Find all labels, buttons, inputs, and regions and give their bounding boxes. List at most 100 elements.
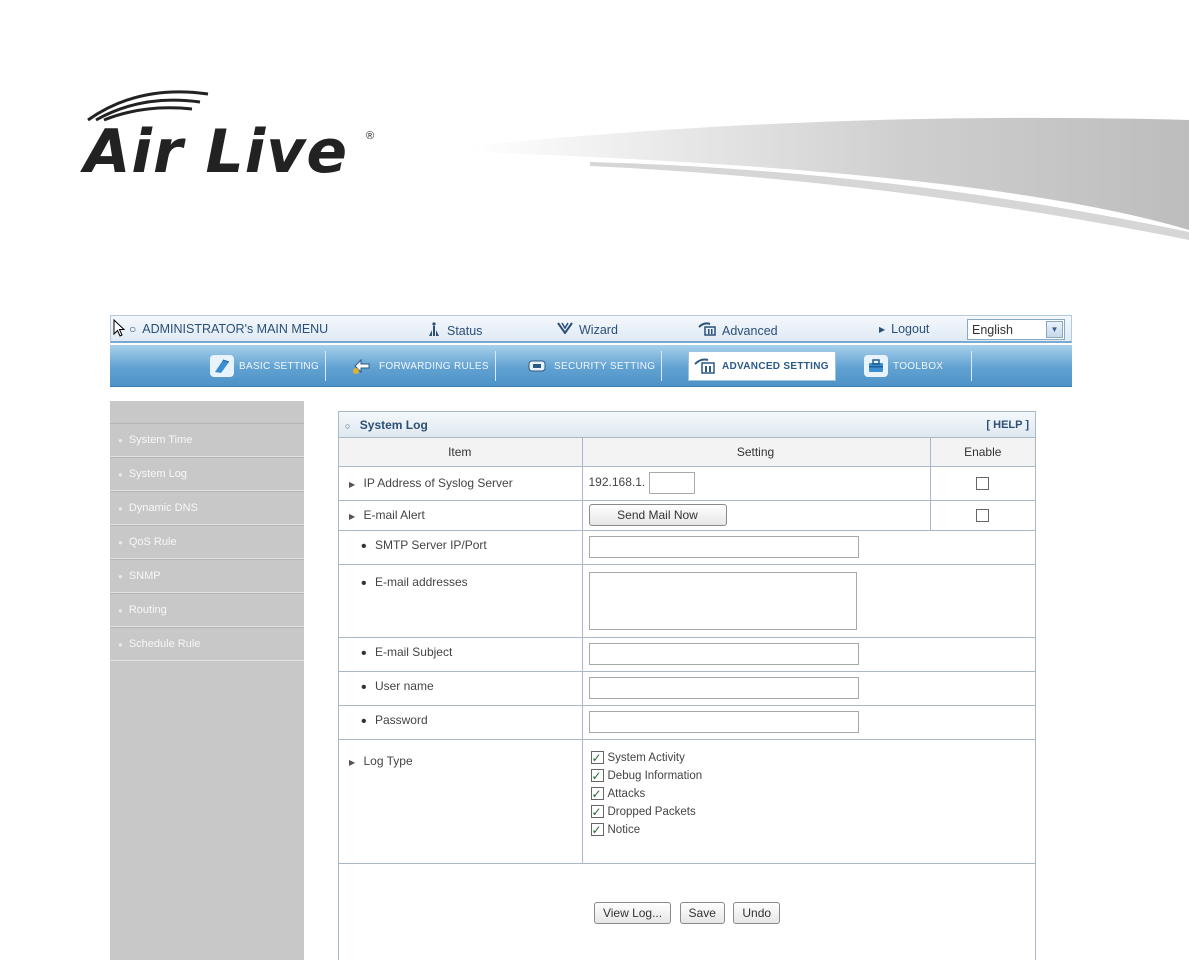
log-type-label: Log Type (363, 753, 413, 768)
tab-forwarding-rules[interactable]: FORWARDING RULES (346, 351, 496, 381)
password-label: Password (374, 713, 428, 727)
password-input[interactable] (588, 711, 859, 733)
triangle-right-icon: ▶ (879, 324, 886, 334)
row-setting-cell (581, 670, 1035, 706)
notice-checkbox[interactable] (590, 821, 604, 839)
tab-security-setting[interactable]: SECURITY SETTING (521, 351, 663, 381)
table-row: ▶ IP Address of Syslog Server 192.168.1. (339, 465, 1035, 501)
syslog-ip-prefix: 192.168.1. (588, 475, 646, 490)
log-type-option-label: System Activity (607, 751, 685, 764)
circle-icon: ○ (129, 322, 137, 336)
tab-basic-setting[interactable]: BASIC SETTING (206, 351, 327, 381)
table-row: • Password (339, 704, 1035, 740)
system-activity-checkbox[interactable] (590, 749, 604, 767)
triangle-right-icon: ▶ (349, 757, 356, 767)
send-mail-now-button[interactable]: Send Mail Now (588, 504, 727, 526)
wizard-label: Wizard (579, 322, 618, 337)
router-admin-frame: ○ ADMINISTRATOR's MAIN MENU Status Wizar… (110, 315, 1072, 960)
row-setting-cell (581, 636, 1035, 672)
username-input[interactable] (588, 677, 859, 699)
dropped-packets-checkbox[interactable] (590, 803, 604, 821)
sidebar-item-routing[interactable]: ● Routing (110, 593, 304, 627)
undo-button[interactable]: Undo (733, 901, 781, 924)
row-label-cell: ▶ E-mail Alert (339, 499, 583, 531)
help-link[interactable]: [ HELP ] (986, 419, 1029, 431)
advanced-link[interactable]: Advanced (698, 322, 778, 339)
wizard-icon (557, 322, 573, 337)
attacks-checkbox[interactable] (590, 785, 604, 803)
basic-setting-icon (210, 355, 234, 377)
bullet-icon: • (361, 679, 367, 696)
log-type-option[interactable]: Attacks (590, 785, 1035, 803)
tab-advanced-setting[interactable]: ADVANCED SETTING (688, 351, 836, 381)
email-alert-enable-checkbox[interactable] (976, 509, 990, 523)
smtp-label: SMTP Server IP/Port (374, 538, 487, 552)
bullet-icon: ● (118, 503, 123, 513)
sidebar-item-system-time[interactable]: ● System Time (110, 423, 304, 457)
row-setting-cell (581, 563, 1035, 638)
email-subject-input[interactable] (588, 643, 859, 665)
syslog-enable-checkbox[interactable] (976, 477, 990, 491)
status-link[interactable]: Status (427, 322, 482, 339)
log-type-option-label: Debug Information (607, 769, 703, 782)
decorative-swoosh (470, 117, 1189, 240)
log-type-option[interactable]: System Activity (590, 749, 1035, 767)
admin-main-menu-link[interactable]: ○ ADMINISTRATOR's MAIN MENU (129, 322, 328, 336)
row-label-cell: • E-mail addresses (339, 563, 583, 638)
sidebar-item-qos-rule[interactable]: ● QoS Rule (110, 525, 304, 559)
row-enable-cell (929, 465, 1035, 501)
log-type-option[interactable]: Debug Information (590, 767, 1035, 785)
tab-toolbox[interactable]: TOOLBOX (860, 351, 972, 381)
syslog-ip-input[interactable] (648, 472, 695, 494)
bullet-icon: ● (118, 605, 123, 615)
sidebar: ● System Time ● System Log ● Dynamic DNS… (110, 401, 304, 960)
sidebar-item-system-log[interactable]: ● System Log (110, 457, 304, 491)
email-alert-label: E-mail Alert (363, 508, 425, 522)
wifi-arcs-icon (87, 90, 209, 122)
language-select[interactable]: English ▼ (967, 319, 1065, 340)
logout-label: Logout (891, 322, 930, 336)
chevron-down-icon[interactable]: ▼ (1046, 321, 1063, 338)
sidebar-item-label: QoS Rule (128, 536, 177, 548)
log-type-option[interactable]: Notice (590, 821, 1035, 839)
email-addresses-textarea[interactable] (588, 571, 857, 630)
row-label-cell: • E-mail Subject (339, 636, 583, 672)
advanced-icon (698, 322, 716, 339)
log-type-options: System Activity Debug Information Attack… (590, 741, 1035, 847)
bullet-icon: • (361, 538, 367, 555)
logout-link[interactable]: ▶ Logout (879, 322, 929, 336)
panel-title-wrap: ○ System Log (345, 418, 428, 432)
wizard-link[interactable]: Wizard (557, 322, 618, 337)
table-row: • E-mail Subject (339, 636, 1035, 672)
view-log-button[interactable]: View Log... (593, 901, 672, 924)
row-label-cell: ▶ IP Address of Syslog Server (339, 465, 583, 501)
log-type-option-label: Dropped Packets (607, 805, 696, 818)
smtp-server-input[interactable] (588, 536, 859, 558)
sidebar-item-label: SNMP (128, 570, 161, 582)
airlive-logo: Air Live ® (84, 82, 384, 192)
status-label: Status (447, 323, 483, 338)
table-header-row: Item Setting Enable (339, 438, 1035, 467)
row-setting-cell: Send Mail Now (581, 499, 931, 531)
sidebar-item-schedule-rule[interactable]: ● Schedule Rule (110, 627, 304, 661)
admin-main-menu-label: ADMINISTRATOR's MAIN MENU (142, 322, 329, 336)
system-log-panel: ○ System Log [ HELP ] Item Setting Enabl… (338, 411, 1036, 960)
log-type-option[interactable]: Dropped Packets (590, 803, 1035, 821)
forwarding-rules-icon (350, 355, 374, 377)
sidebar-item-dynamic-dns[interactable]: ● Dynamic DNS (110, 491, 304, 525)
language-value: English (972, 322, 1013, 337)
bullet-icon: ● (118, 435, 123, 445)
email-addresses-label: E-mail addresses (374, 574, 468, 589)
registered-mark: ® (366, 130, 375, 142)
row-setting-cell: 192.168.1. (581, 465, 931, 501)
bullet-icon: • (361, 574, 367, 592)
bullet-icon: ● (118, 537, 123, 547)
sidebar-item-snmp[interactable]: ● SNMP (110, 559, 304, 593)
save-button[interactable]: Save (679, 901, 725, 924)
debug-information-checkbox[interactable] (590, 767, 604, 785)
cursor-icon (113, 318, 126, 340)
triangle-right-icon: ▶ (349, 480, 356, 489)
table-row: • E-mail addresses (339, 563, 1035, 638)
tab-basic-setting-label: BASIC SETTING (239, 360, 320, 372)
row-label-cell: • SMTP Server IP/Port (339, 529, 583, 565)
